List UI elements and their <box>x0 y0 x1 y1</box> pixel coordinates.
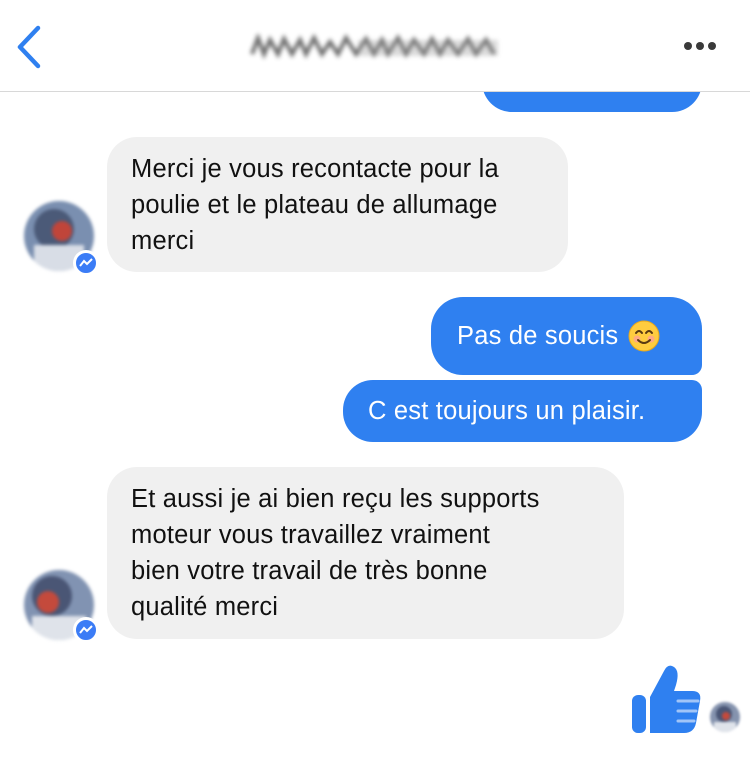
smiling-face-emoji-icon <box>628 320 660 352</box>
read-receipt-avatar <box>710 702 740 732</box>
chevron-left-icon <box>17 25 41 69</box>
message-line: moteur vous travaillez vraiment <box>131 521 491 549</box>
message-bubble-outgoing[interactable]: C est toujours un plaisir. <box>343 380 702 442</box>
messenger-badge-icon <box>73 250 99 276</box>
message-line: qualité merci <box>131 593 279 621</box>
message-bubble-incoming[interactable]: Et aussi je ai bien reçu les supports mo… <box>107 467 624 639</box>
more-options-button[interactable] <box>682 36 722 56</box>
messenger-badge-icon <box>73 617 99 643</box>
message-text: C est toujours un plaisir. <box>368 397 646 425</box>
message-bubble-outgoing[interactable]: Pas de soucis <box>431 297 702 375</box>
message-line: Merci je vous recontacte pour la <box>131 155 499 183</box>
message-bubble-incoming[interactable]: Merci je vous recontacte pour la poulie … <box>107 137 568 272</box>
thumbs-up-icon[interactable] <box>630 663 702 735</box>
message-line: poulie et le plateau de allumage <box>131 191 498 219</box>
more-horizontal-icon <box>684 42 716 50</box>
message-line: bien votre travail de très bonne <box>131 557 488 585</box>
message-line: Et aussi je ai bien reçu les supports <box>131 485 540 513</box>
back-button[interactable] <box>10 22 54 72</box>
message-line: merci <box>131 227 195 255</box>
contact-name-blurred <box>248 32 500 60</box>
conversation-header <box>0 0 750 92</box>
message-text: Pas de soucis <box>457 322 619 350</box>
